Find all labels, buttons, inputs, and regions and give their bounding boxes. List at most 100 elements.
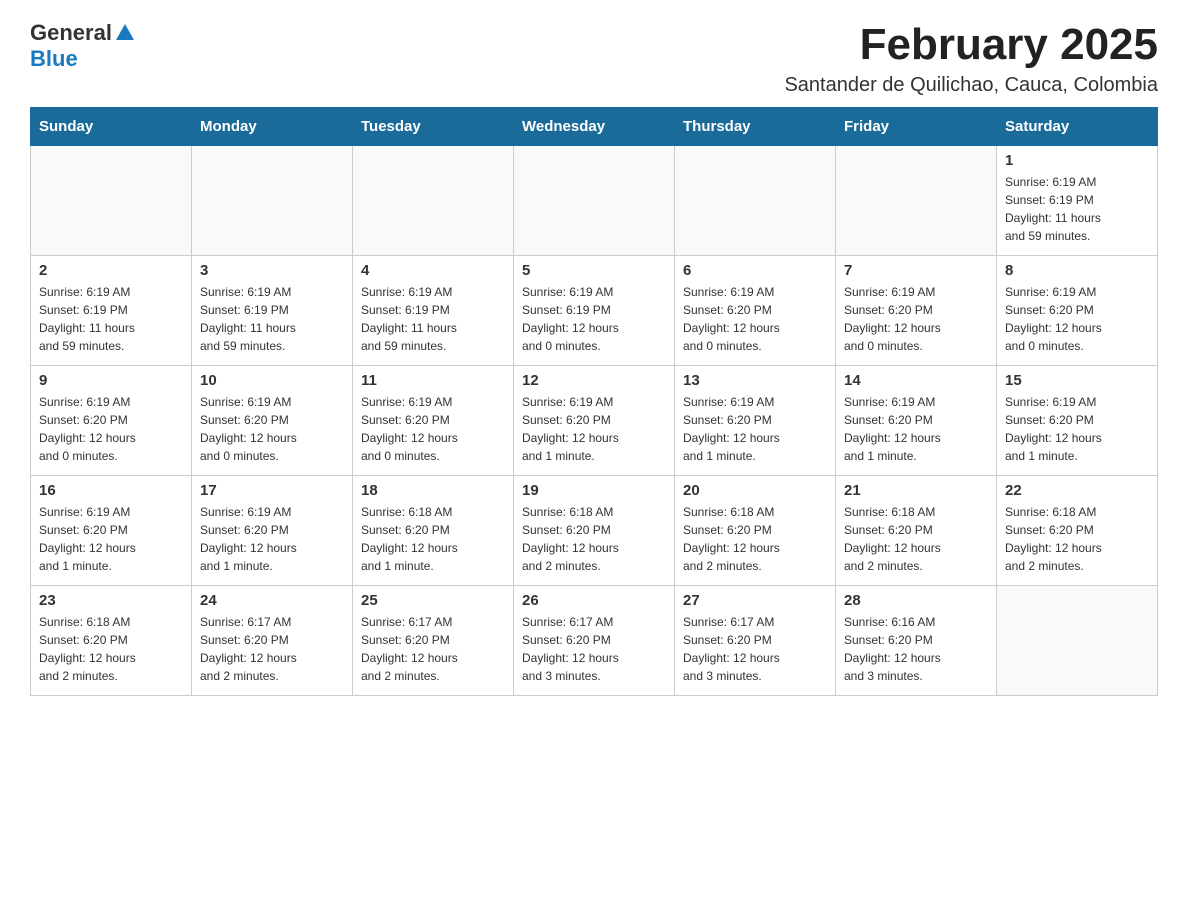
day-info: Sunrise: 6:19 AM Sunset: 6:20 PM Dayligh… — [39, 503, 183, 575]
calendar-cell: 11 Sunrise: 6:19 AM Sunset: 6:20 PM Dayli… — [353, 366, 514, 476]
calendar-cell: 15 Sunrise: 6:19 AM Sunset: 6:20 PM Dayli… — [997, 366, 1158, 476]
calendar-cell: 16 Sunrise: 6:19 AM Sunset: 6:20 PM Dayli… — [31, 476, 192, 586]
day-number: 19 — [522, 482, 666, 499]
day-info: Sunrise: 6:19 AM Sunset: 6:20 PM Dayligh… — [1005, 393, 1149, 465]
day-info: Sunrise: 6:18 AM Sunset: 6:20 PM Dayligh… — [683, 503, 827, 575]
day-number: 10 — [200, 372, 344, 389]
calendar-cell — [353, 146, 514, 256]
day-info: Sunrise: 6:19 AM Sunset: 6:20 PM Dayligh… — [844, 393, 988, 465]
calendar-cell: 23 Sunrise: 6:18 AM Sunset: 6:20 PM Dayli… — [31, 586, 192, 696]
day-info: Sunrise: 6:18 AM Sunset: 6:20 PM Dayligh… — [39, 613, 183, 685]
title-section: February 2025 Santander de Quilichao, Ca… — [784, 20, 1158, 97]
weekday-header-thursday: Thursday — [675, 108, 836, 146]
day-number: 23 — [39, 592, 183, 609]
day-info: Sunrise: 6:18 AM Sunset: 6:20 PM Dayligh… — [522, 503, 666, 575]
calendar-table: SundayMondayTuesdayWednesdayThursdayFrid… — [30, 107, 1158, 696]
day-number: 16 — [39, 482, 183, 499]
calendar-cell: 26 Sunrise: 6:17 AM Sunset: 6:20 PM Dayli… — [514, 586, 675, 696]
day-info: Sunrise: 6:18 AM Sunset: 6:20 PM Dayligh… — [1005, 503, 1149, 575]
calendar-cell — [836, 146, 997, 256]
logo-blue-text: Blue — [30, 46, 78, 71]
calendar-cell: 5 Sunrise: 6:19 AM Sunset: 6:19 PM Daylig… — [514, 256, 675, 366]
day-info: Sunrise: 6:17 AM Sunset: 6:20 PM Dayligh… — [200, 613, 344, 685]
day-number: 18 — [361, 482, 505, 499]
weekday-header-friday: Friday — [836, 108, 997, 146]
calendar-subtitle: Santander de Quilichao, Cauca, Colombia — [784, 74, 1158, 97]
day-info: Sunrise: 6:19 AM Sunset: 6:19 PM Dayligh… — [1005, 173, 1149, 245]
day-info: Sunrise: 6:18 AM Sunset: 6:20 PM Dayligh… — [844, 503, 988, 575]
day-number: 12 — [522, 372, 666, 389]
day-number: 21 — [844, 482, 988, 499]
calendar-cell: 13 Sunrise: 6:19 AM Sunset: 6:20 PM Dayli… — [675, 366, 836, 476]
week-row-5: 23 Sunrise: 6:18 AM Sunset: 6:20 PM Dayli… — [31, 586, 1158, 696]
day-info: Sunrise: 6:19 AM Sunset: 6:20 PM Dayligh… — [683, 283, 827, 355]
calendar-cell: 19 Sunrise: 6:18 AM Sunset: 6:20 PM Dayli… — [514, 476, 675, 586]
day-info: Sunrise: 6:19 AM Sunset: 6:19 PM Dayligh… — [39, 283, 183, 355]
week-row-4: 16 Sunrise: 6:19 AM Sunset: 6:20 PM Dayli… — [31, 476, 1158, 586]
day-number: 3 — [200, 262, 344, 279]
calendar-cell: 10Sunrise: 6:19 AM Sunset: 6:20 PM Dayli… — [192, 366, 353, 476]
day-number: 11 — [361, 372, 505, 389]
day-number: 13 — [683, 372, 827, 389]
day-number: 5 — [522, 262, 666, 279]
calendar-cell: 25 Sunrise: 6:17 AM Sunset: 6:20 PM Dayli… — [353, 586, 514, 696]
day-number: 14 — [844, 372, 988, 389]
page-header: General Blue February 2025 Santander de … — [30, 20, 1158, 97]
day-number: 17 — [200, 482, 344, 499]
calendar-cell: 17 Sunrise: 6:19 AM Sunset: 6:20 PM Dayli… — [192, 476, 353, 586]
day-number: 22 — [1005, 482, 1149, 499]
day-number: 6 — [683, 262, 827, 279]
day-number: 4 — [361, 262, 505, 279]
calendar-cell — [31, 146, 192, 256]
calendar-cell: 20 Sunrise: 6:18 AM Sunset: 6:20 PM Dayli… — [675, 476, 836, 586]
logo: General Blue — [30, 20, 136, 72]
calendar-title: February 2025 — [784, 20, 1158, 70]
logo-triangle-icon — [114, 22, 136, 44]
calendar-cell: 1 Sunrise: 6:19 AM Sunset: 6:19 PM Daylig… — [997, 146, 1158, 256]
day-number: 2 — [39, 262, 183, 279]
calendar-cell: 22 Sunrise: 6:18 AM Sunset: 6:20 PM Dayli… — [997, 476, 1158, 586]
week-row-1: 1 Sunrise: 6:19 AM Sunset: 6:19 PM Daylig… — [31, 146, 1158, 256]
day-number: 1 — [1005, 152, 1149, 169]
calendar-cell: 28Sunrise: 6:16 AM Sunset: 6:20 PM Dayli… — [836, 586, 997, 696]
day-info: Sunrise: 6:19 AM Sunset: 6:19 PM Dayligh… — [522, 283, 666, 355]
calendar-cell: 2 Sunrise: 6:19 AM Sunset: 6:19 PM Daylig… — [31, 256, 192, 366]
calendar-cell: 24 Sunrise: 6:17 AM Sunset: 6:20 PM Dayli… — [192, 586, 353, 696]
day-number: 25 — [361, 592, 505, 609]
day-number: 15 — [1005, 372, 1149, 389]
day-info: Sunrise: 6:16 AM Sunset: 6:20 PM Dayligh… — [844, 613, 988, 685]
day-info: Sunrise: 6:17 AM Sunset: 6:20 PM Dayligh… — [361, 613, 505, 685]
day-info: Sunrise: 6:18 AM Sunset: 6:20 PM Dayligh… — [361, 503, 505, 575]
day-info: Sunrise: 6:19 AM Sunset: 6:20 PM Dayligh… — [522, 393, 666, 465]
day-number: 9 — [39, 372, 183, 389]
day-number: 20 — [683, 482, 827, 499]
calendar-cell: 8Sunrise: 6:19 AM Sunset: 6:20 PM Daylig… — [997, 256, 1158, 366]
weekday-header-row: SundayMondayTuesdayWednesdayThursdayFrid… — [31, 108, 1158, 146]
day-info: Sunrise: 6:19 AM Sunset: 6:20 PM Dayligh… — [200, 503, 344, 575]
logo-general-text: General — [30, 20, 112, 46]
day-info: Sunrise: 6:19 AM Sunset: 6:20 PM Dayligh… — [361, 393, 505, 465]
day-info: Sunrise: 6:17 AM Sunset: 6:20 PM Dayligh… — [522, 613, 666, 685]
calendar-cell: 14 Sunrise: 6:19 AM Sunset: 6:20 PM Dayli… — [836, 366, 997, 476]
day-info: Sunrise: 6:19 AM Sunset: 6:19 PM Dayligh… — [200, 283, 344, 355]
day-info: Sunrise: 6:19 AM Sunset: 6:20 PM Dayligh… — [844, 283, 988, 355]
calendar-cell: 3 Sunrise: 6:19 AM Sunset: 6:19 PM Daylig… — [192, 256, 353, 366]
calendar-cell — [514, 146, 675, 256]
day-info: Sunrise: 6:19 AM Sunset: 6:20 PM Dayligh… — [683, 393, 827, 465]
calendar-cell — [675, 146, 836, 256]
calendar-cell: 9Sunrise: 6:19 AM Sunset: 6:20 PM Daylig… — [31, 366, 192, 476]
calendar-cell: 12 Sunrise: 6:19 AM Sunset: 6:20 PM Dayli… — [514, 366, 675, 476]
calendar-cell: 4 Sunrise: 6:19 AM Sunset: 6:19 PM Daylig… — [353, 256, 514, 366]
day-info: Sunrise: 6:17 AM Sunset: 6:20 PM Dayligh… — [683, 613, 827, 685]
weekday-header-tuesday: Tuesday — [353, 108, 514, 146]
calendar-cell: 7Sunrise: 6:19 AM Sunset: 6:20 PM Daylig… — [836, 256, 997, 366]
calendar-cell: 21 Sunrise: 6:18 AM Sunset: 6:20 PM Dayli… — [836, 476, 997, 586]
day-number: 26 — [522, 592, 666, 609]
day-number: 24 — [200, 592, 344, 609]
week-row-2: 2 Sunrise: 6:19 AM Sunset: 6:19 PM Daylig… — [31, 256, 1158, 366]
day-info: Sunrise: 6:19 AM Sunset: 6:19 PM Dayligh… — [361, 283, 505, 355]
calendar-cell: 27 Sunrise: 6:17 AM Sunset: 6:20 PM Dayli… — [675, 586, 836, 696]
weekday-header-monday: Monday — [192, 108, 353, 146]
calendar-cell — [192, 146, 353, 256]
day-number: 27 — [683, 592, 827, 609]
